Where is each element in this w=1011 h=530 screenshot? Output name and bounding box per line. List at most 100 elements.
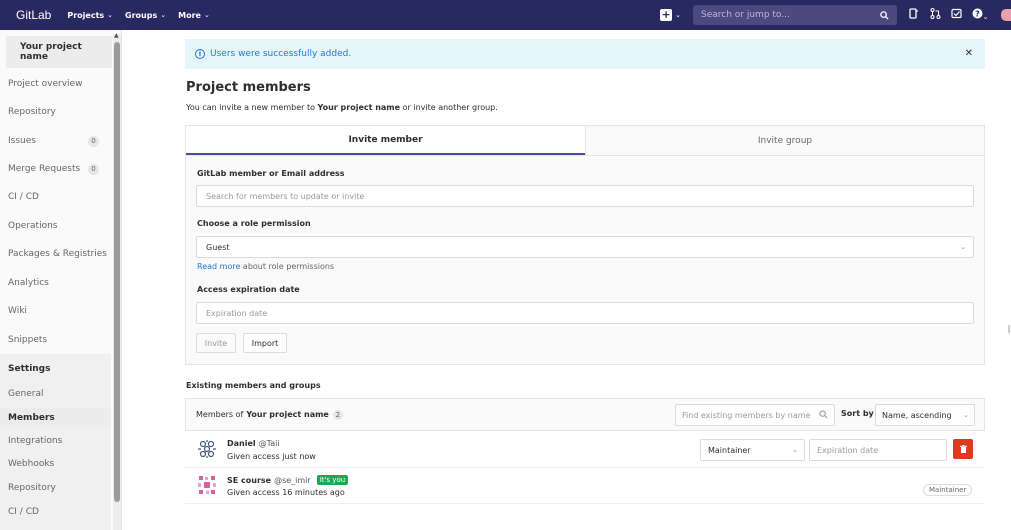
merge-requests-count-badge: 0 <box>88 163 99 175</box>
issues-count-badge: 0 <box>88 135 99 147</box>
tab-invite-group[interactable]: Invite group <box>585 126 984 155</box>
sidebar-item-label: Wiki <box>8 306 27 316</box>
sidebar-item-snippets[interactable]: Snippets <box>0 330 111 350</box>
tab-invite-member[interactable]: Invite member <box>186 126 585 155</box>
sidebar-item-label: Snippets <box>8 335 48 345</box>
nav-projects[interactable]: Projects ⌄ <box>67 11 113 20</box>
sidebar-item-issues[interactable]: Issues 0 <box>0 131 111 151</box>
sidebar-subitem-members[interactable]: Members <box>0 408 111 428</box>
nav-more[interactable]: More ⌄ <box>178 11 210 20</box>
sidebar-scrollbar-thumb[interactable] <box>114 42 120 502</box>
member-row: SE course @se_imir It's you Given access 1… <box>185 468 985 504</box>
new-dropdown-button[interactable]: + ⌄ <box>660 9 681 21</box>
sidebar-item-project-overview[interactable]: Project overview <box>0 74 111 94</box>
expiration-field-label: Access expiration date <box>197 285 300 294</box>
chevron-down-icon: ⌄ <box>160 11 167 19</box>
gitlab-logo[interactable]: GitLab <box>16 8 51 22</box>
nav-more-label: More <box>178 10 201 20</box>
member-username: @Taii <box>258 439 280 448</box>
member-access-info: Given access 16 minutes ago <box>227 488 345 497</box>
role-select[interactable]: Guest ⌄ <box>196 236 974 258</box>
sidebar-subitem-repository[interactable]: Repository <box>0 478 111 498</box>
issues-icon[interactable] <box>907 8 921 22</box>
search-input[interactable]: Search or jump to... <box>693 5 897 25</box>
avatar[interactable] <box>196 438 218 460</box>
member-row: Daniel @Taii Given access just now Mainta… <box>185 432 985 468</box>
search-icon <box>880 10 889 20</box>
members-count-badge: 2 <box>332 409 343 420</box>
invite-tabs: Invite member Invite group <box>186 126 984 156</box>
sidebar-project-name[interactable]: Your project name <box>6 36 112 68</box>
member-expiration-input[interactable]: Expiration date <box>809 439 947 461</box>
invite-card: Invite member Invite group GitLab member… <box>185 125 985 365</box>
page-description: You can invite a new member to Your proj… <box>186 103 498 112</box>
chevron-down-icon: ⌄ <box>963 411 969 419</box>
read-more-link[interactable]: Read more <box>197 262 240 271</box>
page-title: Project members <box>186 80 311 95</box>
sidebar-subitem-ci-cd[interactable]: CI / CD <box>0 502 111 522</box>
page-desc-suffix: or invite another group. <box>400 103 498 112</box>
todos-icon[interactable] <box>949 8 963 22</box>
sidebar-item-ci-cd[interactable]: CI / CD <box>0 187 111 207</box>
sidebar-item-settings[interactable]: Settings <box>0 359 111 379</box>
sidebar-subitem-integrations[interactable]: Integrations <box>0 431 111 451</box>
member-username: @se_imir <box>274 475 311 485</box>
alert-message: Users were successfully added. <box>210 49 352 59</box>
expiration-placeholder: Expiration date <box>206 308 268 318</box>
sidebar-item-label: Issues <box>8 136 36 146</box>
avatar[interactable] <box>196 474 218 496</box>
sidebar-item-packages-registries[interactable]: Packages & Registries <box>0 244 111 264</box>
members-header: Members of Your project name 2 Find exis… <box>185 398 985 431</box>
sidebar-subitem-label: Members <box>8 413 55 423</box>
help-icon[interactable]: ? ⌄ <box>970 8 990 22</box>
member-search-input[interactable]: Search for members to update or invite <box>196 185 974 207</box>
sidebar-scrollbar[interactable]: ▲ <box>113 32 121 530</box>
member-role-select[interactable]: Maintainer ⌄ <box>700 439 805 461</box>
sidebar-subitem-label: CI / CD <box>8 507 39 517</box>
sidebar-item-label: Repository <box>8 107 56 117</box>
import-button[interactable]: Import <box>243 333 287 353</box>
member-display-name[interactable]: SE course <box>227 476 271 485</box>
sidebar-subitem-label: Repository <box>8 483 56 493</box>
sidebar: Your project name Project overview Repos… <box>0 30 122 530</box>
sidebar-item-merge-requests[interactable]: Merge Requests 0 <box>0 159 111 179</box>
chevron-down-icon: ⌄ <box>203 11 210 19</box>
nav-groups[interactable]: Groups ⌄ <box>125 11 166 20</box>
sidebar-item-label: Analytics <box>8 278 49 288</box>
close-icon[interactable]: ✕ <box>965 48 973 59</box>
its-you-badge: It's you <box>316 475 349 485</box>
sort-select-value: Name, ascending <box>882 410 952 420</box>
sidebar-item-analytics[interactable]: Analytics <box>0 273 111 293</box>
member-name: Daniel @Taii <box>227 439 280 448</box>
sidebar-item-label: Merge Requests <box>8 164 81 174</box>
sidebar-item-repository[interactable]: Repository <box>0 102 111 122</box>
role-help-text: Read more about role permissions <box>197 262 334 271</box>
remove-member-button[interactable] <box>953 439 973 459</box>
user-avatar[interactable] <box>1001 9 1011 21</box>
invite-button[interactable]: Invite <box>196 333 236 353</box>
trash-icon <box>959 445 967 453</box>
sidebar-subitem-label: Webhooks <box>8 459 55 469</box>
search-icon[interactable] <box>819 410 828 422</box>
sort-select[interactable]: Name, ascending ⌄ <box>875 404 975 426</box>
sidebar-item-wiki[interactable]: Wiki <box>0 301 111 321</box>
nav-groups-label: Groups <box>125 10 158 20</box>
sidebar-subitem-general[interactable]: General <box>0 384 111 404</box>
role-select-value: Guest <box>206 242 230 252</box>
page-desc-project: Your project name <box>317 103 401 112</box>
members-filter-placeholder: Find existing members by name <box>682 410 811 420</box>
member-display-name[interactable]: Daniel <box>227 439 256 448</box>
member-field-label: GitLab member or Email address <box>197 169 345 178</box>
members-filter-input[interactable]: Find existing members by name <box>675 404 835 426</box>
scroll-up-icon[interactable]: ▲ <box>114 32 119 39</box>
sidebar-item-label: Packages & Registries <box>8 249 107 259</box>
search-placeholder: Search or jump to... <box>701 10 790 20</box>
existing-members-title: Existing members and groups <box>186 381 321 390</box>
sidebar-subitem-webhooks[interactable]: Webhooks <box>0 454 111 474</box>
sidebar-item-operations[interactable]: Operations <box>0 216 111 236</box>
role-help-suffix: about role permissions <box>240 262 335 271</box>
expiration-date-input[interactable]: Expiration date <box>196 302 974 324</box>
chevron-down-icon: ⌄ <box>107 11 114 19</box>
merge-requests-icon[interactable] <box>928 8 942 22</box>
role-field-label: Choose a role permission <box>197 219 311 228</box>
